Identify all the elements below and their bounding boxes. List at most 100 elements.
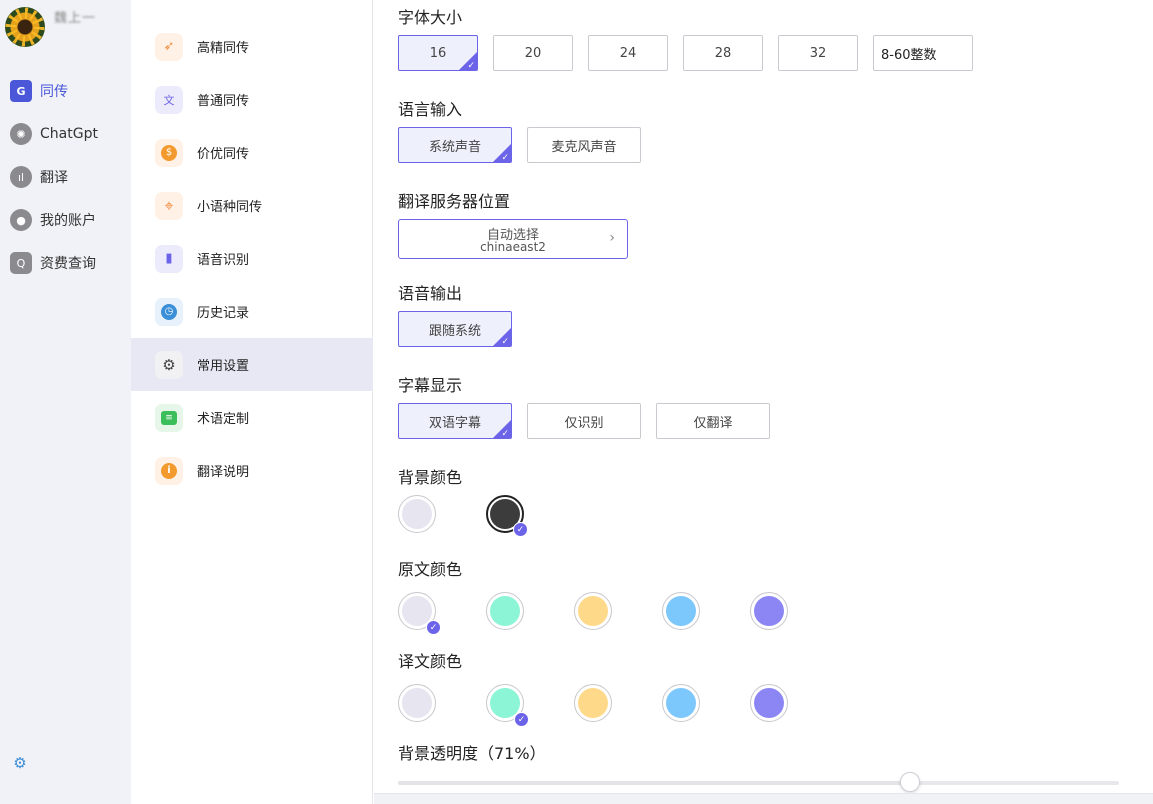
target-color-swatch[interactable]: [398, 684, 436, 722]
rail-item-label: 翻译: [40, 170, 68, 186]
option-label: 24: [619, 45, 637, 61]
subtitle-display-title: 字幕显示: [398, 376, 463, 395]
menu-item-history[interactable]: ◷ 历史记录: [131, 285, 373, 338]
opacity-title: 背景透明度（71%）: [398, 744, 546, 763]
settings-panel: 字体大小 16 20 24 28 32 8-60整数 语言输入 系统声音 麦克风…: [374, 0, 1153, 804]
color-dot: [754, 688, 784, 718]
rail-item-label: 我的账户: [40, 213, 96, 229]
menu-item-instructions[interactable]: i 翻译说明: [131, 444, 373, 497]
menu-item-label: 术语定制: [197, 412, 250, 427]
chevron-right-icon: ›: [609, 230, 615, 246]
mic-icon: ▮: [155, 244, 183, 273]
source-color-swatch[interactable]: ✓: [398, 592, 441, 635]
rail-item-label: ChatGpt: [40, 126, 98, 142]
font-size-option-20[interactable]: 20: [493, 35, 573, 71]
voice-output-follow-system[interactable]: 跟随系统: [398, 311, 512, 347]
color-dot: [578, 596, 608, 626]
menu-item-minor-language[interactable]: ⌖ 小语种同传: [131, 179, 373, 232]
source-color-title: 原文颜色: [398, 560, 463, 579]
voice-output-title: 语音输出: [398, 284, 463, 303]
target-color-swatch[interactable]: [750, 684, 788, 722]
color-dot: [402, 499, 432, 529]
target-color-swatch[interactable]: [574, 684, 612, 722]
user-icon: ●: [10, 209, 32, 231]
background-color-swatch[interactable]: ✓: [486, 495, 528, 537]
rail-item-account[interactable]: ● 我的账户: [10, 207, 96, 233]
check-icon: ✓: [426, 620, 441, 635]
target-color-swatch[interactable]: ✓: [486, 684, 529, 727]
menu-item-label: 语音识别: [197, 253, 250, 268]
subtitle-translation-only[interactable]: 仅翻译: [656, 403, 770, 439]
menu-item-high-precision[interactable]: ➶ 高精同传: [131, 20, 373, 73]
font-size-option-32[interactable]: 32: [778, 35, 858, 71]
option-label: 双语字幕: [428, 415, 481, 431]
font-size-custom-input[interactable]: 8-60整数: [873, 35, 973, 71]
info-icon: i: [155, 456, 183, 485]
color-dot: [402, 688, 432, 718]
subtitle-recognition-only[interactable]: 仅识别: [527, 403, 641, 439]
clock-icon: ◷: [155, 297, 183, 326]
color-dot: [754, 596, 784, 626]
opacity-slider-thumb[interactable]: [899, 772, 920, 792]
openai-icon: ✺: [10, 123, 32, 145]
option-label: 28: [714, 45, 732, 61]
source-color-swatch[interactable]: [486, 592, 524, 630]
sub-menu: ➶ 高精同传 文 普通同传 $ 价优同传 ⌖ 小语种同传 ▮ 语音识别 ◷ 历史…: [131, 0, 373, 804]
server-id: chinaeast2: [480, 240, 546, 254]
waveform-icon: ıl: [10, 166, 32, 188]
opacity-slider-fill: [398, 781, 910, 785]
language-input-microphone[interactable]: 麦克风声音: [527, 127, 641, 163]
subtitle-bilingual[interactable]: 双语字幕: [398, 403, 512, 439]
menu-item-terminology[interactable]: ≡ 术语定制: [131, 391, 373, 444]
check-icon: ✓: [513, 522, 528, 537]
target-icon: ⌖: [155, 191, 183, 220]
rocket-icon: ➶: [155, 32, 183, 61]
rail-item-tongchuan[interactable]: G 同传: [10, 78, 68, 104]
left-rail: 魏上一 G 同传 ✺ ChatGpt ıl 翻译 ● 我的账户 Q 资费查询 ⚙: [0, 0, 131, 804]
rail-item-chatgpt[interactable]: ✺ ChatGpt: [10, 121, 98, 147]
option-label: 仅识别: [564, 415, 604, 431]
menu-item-label: 翻译说明: [197, 465, 250, 480]
target-color-title: 译文颜色: [398, 652, 463, 671]
menu-item-label: 价优同传: [197, 147, 250, 162]
background-color-swatch[interactable]: [398, 495, 436, 533]
option-label: 20: [524, 45, 542, 61]
color-dot: [666, 688, 696, 718]
font-size-option-24[interactable]: 24: [588, 35, 668, 71]
server-location-select[interactable]: 自动选择 chinaeast2 ›: [398, 219, 628, 259]
color-dot: [490, 596, 520, 626]
coin-icon: $: [155, 138, 183, 167]
option-label: 跟随系统: [428, 323, 481, 339]
settings-gear-icon[interactable]: ⚙: [12, 755, 28, 771]
avatar[interactable]: [5, 7, 45, 47]
opacity-slider[interactable]: [398, 772, 1119, 792]
input-placeholder: 8-60整数: [881, 47, 937, 63]
rail-item-label: 资费查询: [40, 256, 96, 272]
rail-item-translate[interactable]: ıl 翻译: [10, 164, 68, 190]
menu-item-normal[interactable]: 文 普通同传: [131, 73, 373, 126]
color-dot: [666, 596, 696, 626]
source-color-swatch[interactable]: [750, 592, 788, 630]
server-location-title: 翻译服务器位置: [398, 192, 511, 211]
menu-item-settings[interactable]: ⚙ 常用设置: [131, 338, 373, 391]
language-input-system-sound[interactable]: 系统声音: [398, 127, 512, 163]
menu-item-value[interactable]: $ 价优同传: [131, 126, 373, 179]
source-color-swatch[interactable]: [662, 592, 700, 630]
option-label: 仅翻译: [693, 415, 733, 431]
translate-icon: G: [10, 80, 32, 102]
check-icon: ✓: [514, 712, 529, 727]
option-label: 系统声音: [428, 139, 481, 155]
rail-item-pricing[interactable]: Q 资费查询: [10, 250, 96, 276]
font-size-option-28[interactable]: 28: [683, 35, 763, 71]
option-label: 32: [809, 45, 827, 61]
gear-icon: ⚙: [155, 350, 183, 379]
menu-item-label: 普通同传: [197, 94, 250, 109]
menu-item-speech-recognition[interactable]: ▮ 语音识别: [131, 232, 373, 285]
font-size-option-16[interactable]: 16: [398, 35, 478, 71]
search-icon: Q: [10, 252, 32, 274]
option-label: 麦克风声音: [551, 139, 617, 155]
username: 魏上一: [54, 11, 97, 26]
menu-item-label: 小语种同传: [197, 200, 263, 215]
source-color-swatch[interactable]: [574, 592, 612, 630]
target-color-swatch[interactable]: [662, 684, 700, 722]
